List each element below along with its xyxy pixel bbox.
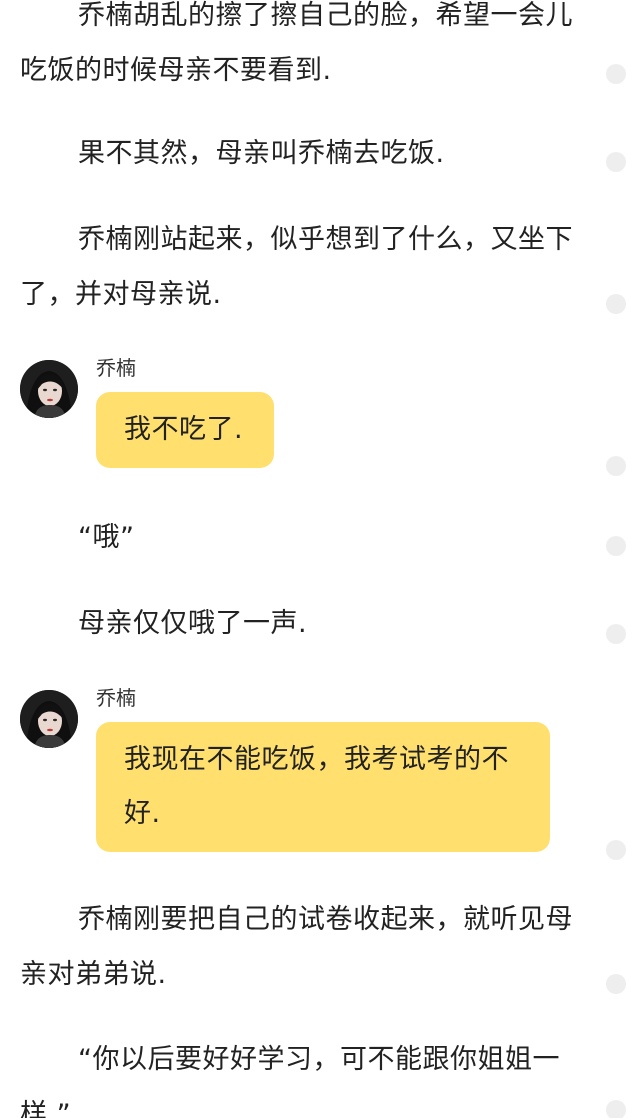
avatar[interactable]: [20, 360, 78, 418]
reading-page: 乔楠胡乱的擦了擦自己的脸，希望一会儿吃饭的时候母亲不要看到. 果不其然，母亲叫乔…: [0, 0, 640, 1118]
comment-marker-icon[interactable]: [606, 294, 626, 314]
character-portrait-icon: [20, 690, 78, 748]
story-paragraph: 乔楠刚要把自己的试卷收起来，就听见母亲对弟弟说.: [20, 904, 573, 990]
chat-message: 我不吃了.: [124, 414, 244, 445]
speaker-name: 乔楠: [96, 686, 136, 710]
character-portrait-icon: [20, 360, 78, 418]
story-paragraph: “你以后要好好学习，可不能跟你姐姐一样.”: [20, 1044, 560, 1118]
story-paragraph: “哦”: [78, 522, 135, 553]
story-paragraph: 乔楠刚站起来，似乎想到了什么，又坐下了，并对母亲说.: [20, 224, 573, 310]
avatar[interactable]: [20, 690, 78, 748]
comment-marker-icon[interactable]: [606, 536, 626, 556]
comment-marker-icon[interactable]: [606, 456, 626, 476]
story-paragraph: 果不其然，母亲叫乔楠去吃饭.: [78, 138, 445, 169]
comment-marker-icon[interactable]: [606, 624, 626, 644]
story-paragraph: 乔楠胡乱的擦了擦自己的脸，希望一会儿吃饭的时候母亲不要看到.: [20, 0, 573, 86]
speaker-name: 乔楠: [96, 356, 136, 380]
chat-message: 我现在不能吃饭，我考试考的不好.: [124, 744, 509, 829]
chat-bubble: 我不吃了.: [96, 392, 274, 468]
comment-marker-icon[interactable]: [606, 1100, 626, 1118]
comment-marker-icon[interactable]: [606, 64, 626, 84]
story-paragraph: 母亲仅仅哦了一声.: [78, 608, 308, 639]
comment-marker-icon[interactable]: [606, 974, 626, 994]
chat-bubble: 我现在不能吃饭，我考试考的不好.: [96, 722, 550, 852]
comment-marker-icon[interactable]: [606, 840, 626, 860]
comment-marker-icon[interactable]: [606, 152, 626, 172]
